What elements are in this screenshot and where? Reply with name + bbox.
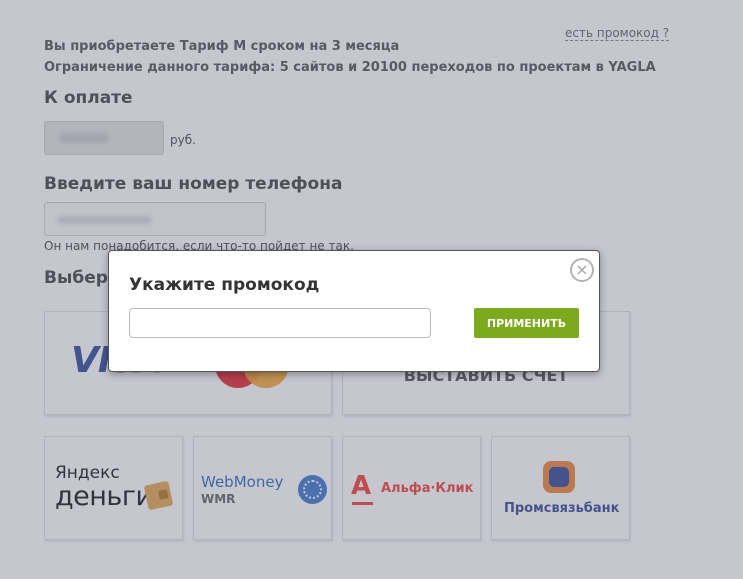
promo-code-input[interactable] xyxy=(129,308,431,338)
close-icon[interactable]: × xyxy=(570,258,594,282)
modal-title: Укажите промокод xyxy=(129,275,320,295)
promo-code-modal: Укажите промокод × ПРИМЕНИТЬ xyxy=(108,250,600,372)
apply-button[interactable]: ПРИМЕНИТЬ xyxy=(474,308,579,338)
